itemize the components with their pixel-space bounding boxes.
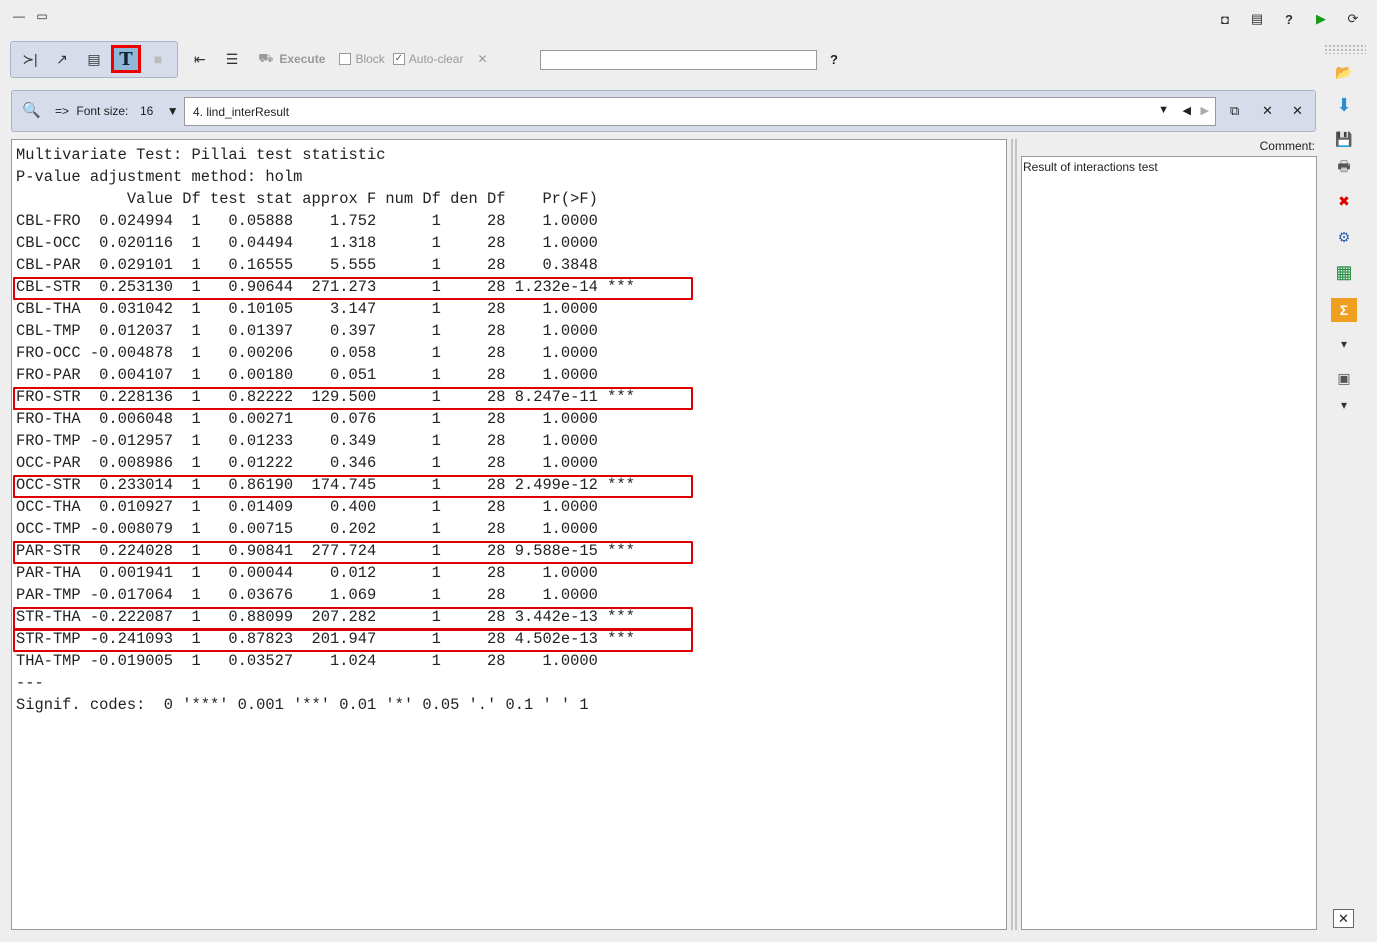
right-sidebar: 📂 ⬇ 💾 🖶 ✖ ⚙ ▦ Σ ▾ ▣ ▾ <box>1328 45 1364 925</box>
output-line-highlighted: STR-THA -0.222087 1 0.88099 207.282 1 28… <box>13 606 1006 630</box>
open-folder-icon[interactable]: 📂 <box>1328 60 1360 84</box>
help-button[interactable]: ? <box>830 52 838 67</box>
output-line: PAR-TMP -0.017064 1 0.03676 1.069 1 28 1… <box>16 586 635 604</box>
table-icon[interactable]: ▦ <box>1328 260 1360 284</box>
output-line-highlighted: PAR-STR 0.224028 1 0.90841 277.724 1 28 … <box>13 540 1006 564</box>
output-line: FRO-PAR 0.004107 1 0.00180 0.051 1 28 1.… <box>16 366 635 384</box>
output-text: Multivariate Test: Pillai test statistic… <box>12 140 1006 716</box>
execute-icon: ⛟ <box>258 51 274 65</box>
output-line: CBL-FRO 0.024994 1 0.05888 1.752 1 28 1.… <box>16 212 635 230</box>
output-line: CBL-THA 0.031042 1 0.10105 3.147 1 28 1.… <box>16 300 635 318</box>
output-line: FRO-TMP -0.012957 1 0.01233 0.349 1 28 1… <box>16 432 635 450</box>
output-text-pane[interactable]: Multivariate Test: Pillai test statistic… <box>11 139 1007 930</box>
refresh-icon[interactable]: ⟳ <box>1337 8 1369 30</box>
comment-text: Result of interactions test <box>1023 160 1158 174</box>
chevron-down-icon: ▼ <box>166 104 179 118</box>
next-icon[interactable]: ▶ <box>1201 104 1209 117</box>
block-label: Block <box>355 52 385 66</box>
download-icon[interactable]: ⬇ <box>1328 93 1360 117</box>
pane-splitter[interactable] <box>1010 139 1018 930</box>
font-size-text: Font size: <box>76 104 129 118</box>
output-line: PAR-THA 0.001941 1 0.00044 0.012 1 28 1.… <box>16 564 635 582</box>
text-mode-button[interactable]: T <box>111 45 141 73</box>
dropdown-icon[interactable]: ▾ <box>1328 393 1360 417</box>
minimize-button[interactable]: — <box>13 9 25 23</box>
print-icon[interactable]: 🖶 <box>1328 156 1360 180</box>
save-icon[interactable]: 💾 <box>1328 127 1360 151</box>
output-line: CBL-PAR 0.029101 1 0.16555 5.555 1 28 0.… <box>16 256 635 274</box>
output-line: FRO-THA 0.006048 1 0.00271 0.076 1 28 1.… <box>16 410 635 428</box>
clear-icon[interactable]: ✕ <box>477 45 487 73</box>
font-size-select[interactable]: 16 ▼ <box>140 104 179 118</box>
execute-button[interactable]: ⛟ Execute <box>258 45 325 73</box>
output-line-highlighted: STR-TMP -0.241093 1 0.87823 201.947 1 28… <box>13 628 1006 652</box>
list-icon[interactable]: ☰ <box>226 45 239 73</box>
output-line: OCC-THA 0.010927 1 0.01409 0.400 1 28 1.… <box>16 498 635 516</box>
output-line: Value Df test stat approx F num Df den D… <box>16 190 635 208</box>
output-line: P-value adjustment method: holm <box>16 168 303 186</box>
output-line-highlighted: FRO-STR 0.228136 1 0.82222 129.500 1 28 … <box>13 386 1006 410</box>
block-checkbox[interactable] <box>339 53 352 65</box>
output-line: Multivariate Test: Pillai test statistic <box>16 146 386 164</box>
chevron-down-icon[interactable]: ▼ <box>1158 104 1169 116</box>
restore-button[interactable]: ▭ <box>36 9 47 23</box>
graph-mode-button[interactable]: ↗ <box>47 45 77 73</box>
previous-icon[interactable]: ◀ <box>1183 104 1191 117</box>
output-line-highlighted: CBL-STR 0.253130 1 0.90644 271.273 1 28 … <box>13 276 1006 300</box>
main-toolbar: ≻| ↗ ▤ T ■ ⇤ ☰ ⛟ Execute Block ✓ Auto-cl… <box>10 40 488 78</box>
window-controls: — ▭ <box>13 9 48 23</box>
top-icon-bar: ◘ ▤ ? ▶ ⟳ <box>1209 8 1369 30</box>
table-mode-button[interactable]: ▤ <box>79 45 109 73</box>
gray-mode-button[interactable]: ■ <box>143 45 173 73</box>
settings-icon[interactable]: ⚙ <box>1328 225 1360 249</box>
execute-label: Execute <box>279 52 326 66</box>
output-selector[interactable]: 4. lind_interResult ▼ ◀ ▶ <box>184 97 1216 126</box>
dropdown-icon[interactable]: ▾ <box>1328 332 1360 356</box>
output-line: OCC-TMP -0.008079 1 0.00715 0.202 1 28 1… <box>16 520 635 538</box>
comment-field[interactable]: Result of interactions test <box>1021 156 1317 930</box>
output-line: CBL-OCC 0.020116 1 0.04494 1.318 1 28 1.… <box>16 234 635 252</box>
help-icon[interactable]: ? <box>1273 8 1305 30</box>
font-size-value: 16 <box>140 104 154 118</box>
output-line: OCC-PAR 0.008986 1 0.01222 0.346 1 28 1.… <box>16 454 635 472</box>
record-icon[interactable]: ◘ <box>1209 8 1241 30</box>
output-line: Signif. codes: 0 '***' 0.001 '**' 0.01 '… <box>16 696 589 714</box>
console-mode-button[interactable]: ≻| <box>15 45 45 73</box>
mode-button-group: ≻| ↗ ▤ T ■ <box>10 40 178 78</box>
output-selector-value: 4. lind_interResult <box>193 105 290 119</box>
command-input[interactable] <box>540 50 817 70</box>
output-line: --- <box>16 674 44 692</box>
output-line: CBL-TMP 0.012037 1 0.01397 0.397 1 28 1.… <box>16 322 635 340</box>
autoclear-checkbox[interactable]: ✓ <box>392 53 405 65</box>
autoclear-toggle[interactable]: ✓ Auto-clear <box>392 45 464 73</box>
block-toggle[interactable]: Block <box>339 45 385 73</box>
close-all-icon[interactable]: ✕ <box>1292 103 1303 119</box>
close-button[interactable]: ✕ <box>1333 909 1354 928</box>
close-output-icon[interactable]: ✕ <box>1262 103 1273 119</box>
stack-icon[interactable]: ▣ <box>1328 366 1360 390</box>
output-line: THA-TMP -0.019005 1 0.03527 1.024 1 28 1… <box>16 652 635 670</box>
window-icon[interactable]: ▤ <box>1241 8 1273 30</box>
autoclear-label: Auto-clear <box>408 52 464 66</box>
arrow-label: => <box>55 104 70 118</box>
zoom-icon[interactable]: 🔍 <box>22 101 41 119</box>
font-size-label: => Font size: <box>55 104 128 118</box>
import-icon[interactable]: ⇤ <box>194 45 206 73</box>
run-icon[interactable]: ▶ <box>1305 8 1337 30</box>
output-line-highlighted: OCC-STR 0.233014 1 0.86190 174.745 1 28 … <box>13 474 1006 498</box>
sum-icon[interactable]: Σ <box>1331 298 1357 322</box>
copy-icon[interactable]: ⧉ <box>1230 103 1239 119</box>
output-line: FRO-OCC -0.004878 1 0.00206 0.058 1 28 1… <box>16 344 635 362</box>
delete-icon[interactable]: ✖ <box>1328 189 1360 213</box>
comment-label: Comment: <box>1259 139 1315 153</box>
